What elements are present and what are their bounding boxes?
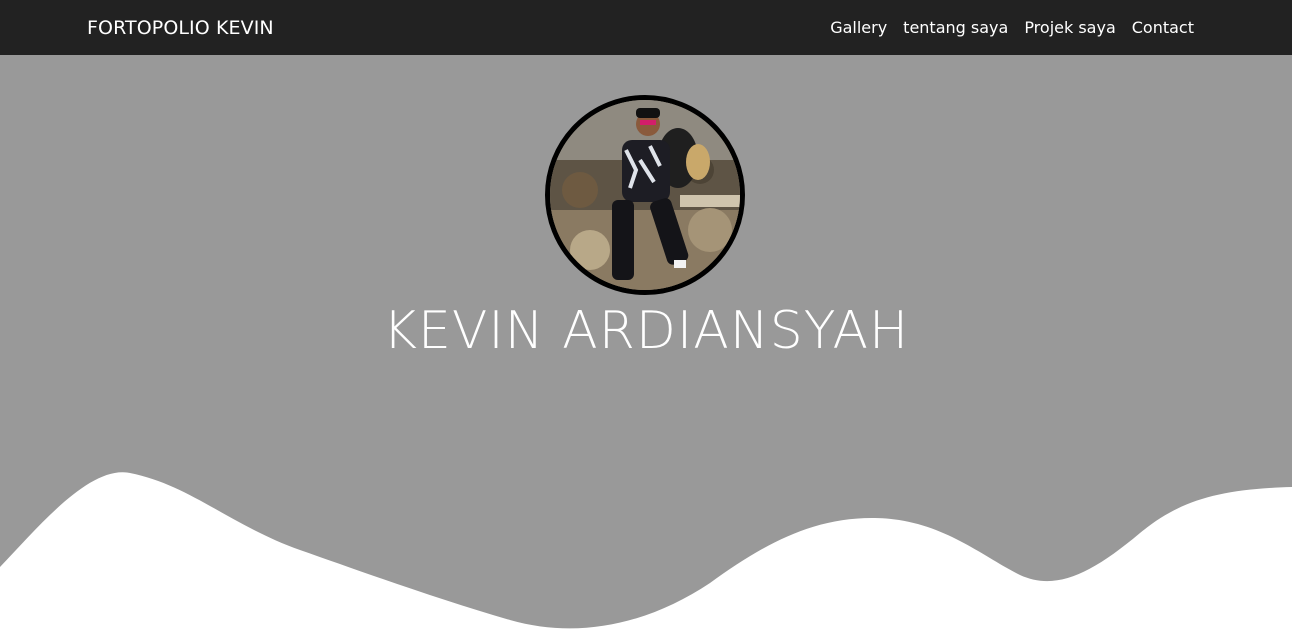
nav-link-tentang-saya[interactable]: tentang saya: [903, 18, 1008, 37]
navbar: FORTOPOLIO KEVIN Gallery tentang saya Pr…: [0, 0, 1292, 55]
hero-section: KEVIN ARDIANSYAH: [0, 55, 1292, 636]
nav-links: Gallery tentang saya Projek saya Contact: [830, 18, 1194, 37]
nav-link-projek-saya[interactable]: Projek saya: [1024, 18, 1115, 37]
wave-divider: [0, 472, 1292, 636]
brand-logo[interactable]: FORTOPOLIO KEVIN: [87, 17, 274, 39]
nav-link-gallery[interactable]: Gallery: [830, 18, 887, 37]
nav-link-contact[interactable]: Contact: [1132, 18, 1194, 37]
